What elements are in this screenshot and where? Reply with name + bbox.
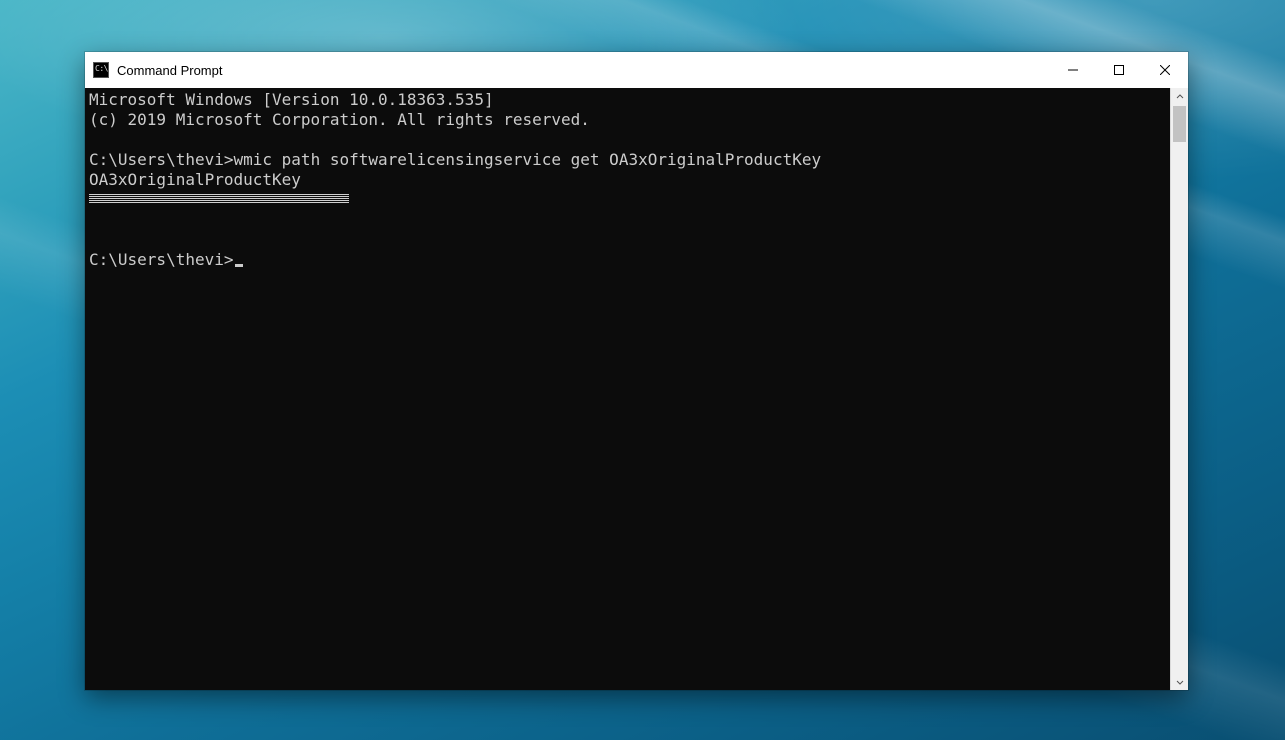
chevron-up-icon (1176, 93, 1184, 101)
chevron-down-icon (1176, 678, 1184, 686)
close-button[interactable] (1142, 52, 1188, 88)
command-1: wmic path softwarelicensingservice get O… (234, 150, 822, 169)
maximize-button[interactable] (1096, 52, 1142, 88)
window-title: Command Prompt (117, 63, 222, 78)
command-prompt-window: Command Prompt (85, 52, 1188, 690)
cmd-icon (93, 62, 109, 78)
terminal-output[interactable]: Microsoft Windows [Version 10.0.18363.53… (85, 88, 1170, 690)
scroll-down-button[interactable] (1171, 673, 1188, 690)
prompt-1: C:\Users\thevi> (89, 150, 234, 169)
banner-line-2: (c) 2019 Microsoft Corporation. All righ… (89, 110, 590, 129)
product-key-redacted (89, 193, 349, 203)
close-icon (1160, 65, 1170, 75)
scroll-up-button[interactable] (1171, 88, 1188, 105)
window-controls (1050, 52, 1188, 88)
client-area: Microsoft Windows [Version 10.0.18363.53… (85, 88, 1188, 690)
minimize-icon (1068, 65, 1078, 75)
vertical-scrollbar[interactable] (1170, 88, 1188, 690)
titlebar[interactable]: Command Prompt (85, 52, 1188, 88)
scrollbar-thumb[interactable] (1173, 106, 1186, 142)
prompt-2: C:\Users\thevi> (89, 250, 234, 269)
minimize-button[interactable] (1050, 52, 1096, 88)
banner-line-1: Microsoft Windows [Version 10.0.18363.53… (89, 90, 494, 109)
output-header: OA3xOriginalProductKey (89, 170, 301, 189)
text-cursor (235, 264, 243, 267)
maximize-icon (1114, 65, 1124, 75)
desktop-background: Command Prompt (0, 0, 1285, 740)
